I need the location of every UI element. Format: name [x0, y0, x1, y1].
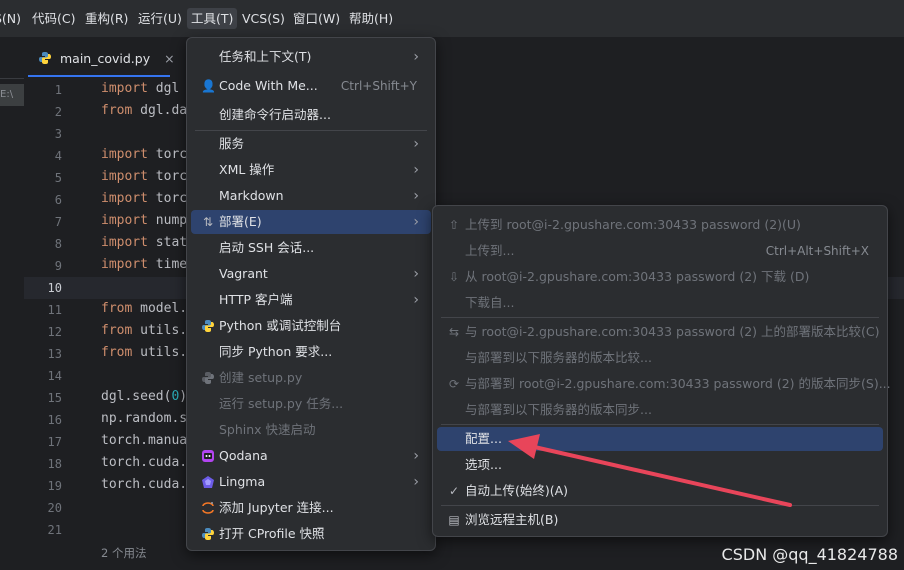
watermark: CSDN @qq_41824788: [721, 545, 898, 564]
annotation-arrow: [508, 434, 792, 507]
